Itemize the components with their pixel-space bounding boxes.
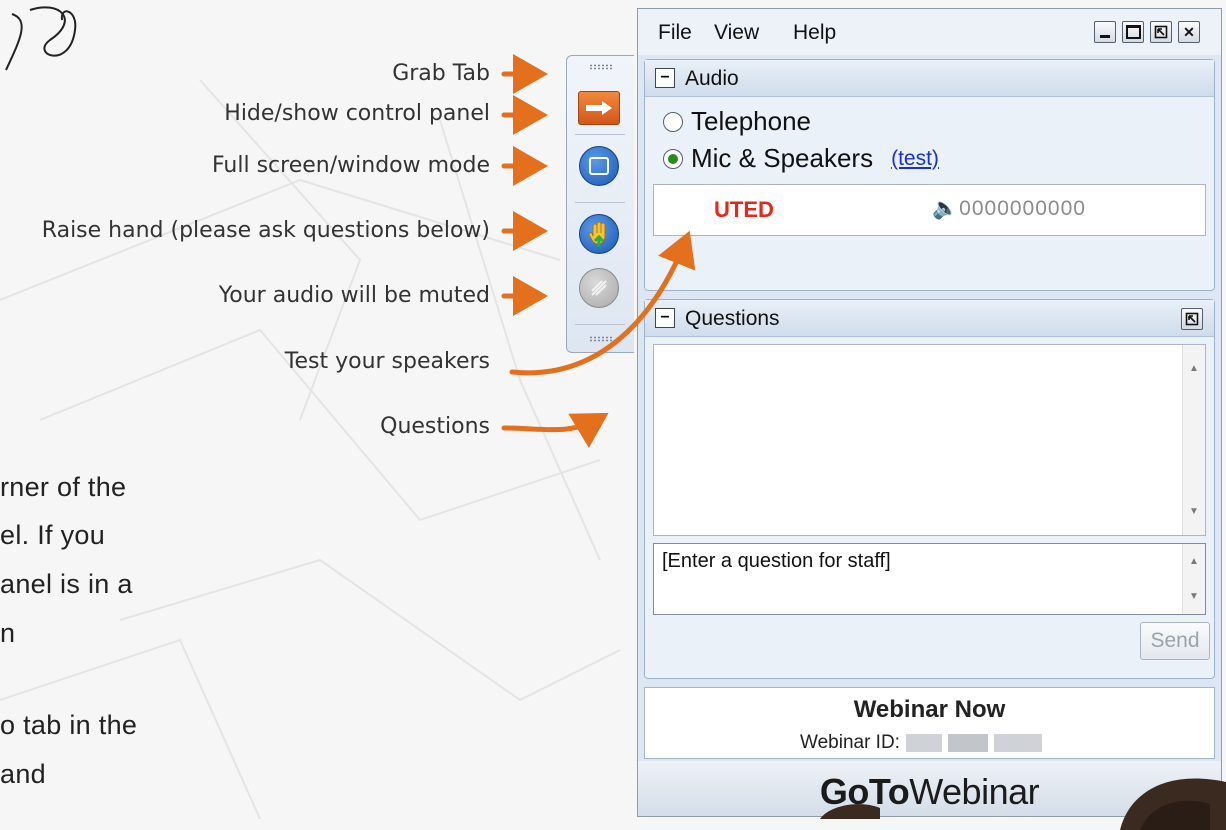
popout-icon[interactable] — [1181, 308, 1203, 330]
fullscreen-window-icon — [579, 146, 619, 186]
divider — [575, 134, 625, 135]
minimize-icon[interactable] — [1094, 21, 1116, 43]
collapse-questions-button[interactable]: − — [655, 308, 675, 328]
menu-help[interactable]: Help — [793, 21, 836, 45]
muted-status: UTED — [714, 197, 774, 222]
control-panel-window: File View Help ✕ − Audio Telephone Mic &… — [637, 8, 1222, 817]
hide-show-arrow-icon — [578, 91, 620, 125]
close-icon[interactable]: ✕ — [1178, 21, 1200, 43]
mute-audio-button[interactable] — [577, 266, 621, 310]
body-text-line: el. If you — [0, 520, 106, 550]
question-input-scrollbar[interactable]: ▲ ▼ — [1182, 544, 1205, 614]
audio-section-header: − Audio — [645, 60, 1214, 97]
collapse-audio-button[interactable]: − — [655, 68, 675, 88]
questions-section-header: − Questions — [645, 300, 1214, 337]
annotation-questions: Questions — [380, 414, 490, 439]
annotation-audio-muted: Your audio will be muted — [218, 283, 490, 308]
send-button[interactable]: Send — [1140, 622, 1210, 660]
full-screen-button[interactable] — [577, 144, 621, 188]
menu-view[interactable]: View — [714, 21, 759, 45]
body-text-line: n — [0, 618, 16, 648]
hide-show-panel-button[interactable] — [577, 86, 621, 130]
telephone-radio[interactable] — [663, 111, 683, 132]
mic-speakers-option[interactable]: Mic & Speakers (test) — [663, 143, 939, 174]
annotation-grab-tab: Grab Tab — [392, 61, 490, 86]
scroll-down-icon[interactable]: ▼ — [1189, 506, 1199, 517]
handwritten-script-mark — [5, 6, 77, 71]
scroll-up-icon[interactable]: ▲ — [1189, 363, 1199, 374]
webinar-id-label: Webinar ID: — [800, 732, 900, 753]
redacted-id — [947, 734, 988, 752]
redacted-id — [993, 734, 1042, 752]
divider — [575, 324, 625, 325]
volume-meter: 🔈0000000000 — [932, 197, 1086, 220]
mic-speakers-radio[interactable] — [663, 148, 683, 169]
annotation-test-speakers: Test your speakers — [284, 349, 490, 374]
audio-section: − Audio Telephone Mic & Speakers (test) … — [644, 59, 1215, 291]
questions-log-scrollbar[interactable]: ▲ ▼ — [1182, 345, 1205, 535]
annotation-full-screen: Full screen/window mode — [211, 153, 490, 178]
presenter-photo-fragment — [1120, 778, 1226, 830]
scroll-up-icon[interactable]: ▲ — [1189, 556, 1199, 567]
mic-speakers-label: Mic & Speakers — [691, 143, 874, 173]
questions-section-title: Questions — [685, 307, 780, 330]
question-input-text: [Enter a question for staff] — [662, 550, 891, 572]
restore-icon[interactable] — [1150, 21, 1172, 43]
divider — [575, 202, 625, 203]
annotation-raise-hand: Raise hand (please ask questions below) — [41, 218, 490, 243]
webinar-id: Webinar ID: — [800, 732, 1042, 754]
question-input[interactable]: [Enter a question for staff] ▲ ▼ — [653, 543, 1206, 615]
audio-status-box: UTED 🔈0000000000 — [653, 184, 1206, 236]
grab-tab-grip[interactable] — [589, 64, 613, 70]
speaker-icon: 🔈 — [932, 197, 960, 220]
questions-log[interactable]: ▲ ▼ — [653, 344, 1206, 536]
raise-hand-button[interactable] — [577, 212, 621, 256]
telephone-option[interactable]: Telephone — [663, 106, 811, 137]
mute-microphone-icon — [579, 268, 619, 308]
body-text-line: anel is in a — [0, 569, 133, 599]
annotation-hide-show-panel: Hide/show control panel — [224, 101, 490, 126]
maximize-icon[interactable] — [1122, 21, 1144, 43]
photo-fragment — [820, 804, 880, 819]
webinar-info: Webinar Now Webinar ID: — [644, 687, 1215, 759]
questions-section: − Questions ▲ ▼ [Enter a question for st… — [644, 299, 1215, 679]
audio-section-title: Audio — [685, 67, 739, 90]
bottom-grip[interactable] — [589, 336, 613, 342]
test-speakers-link[interactable]: (test) — [891, 147, 939, 171]
menu-file[interactable]: File — [658, 21, 692, 45]
redacted-id — [905, 734, 942, 752]
menu-bar: File View Help ✕ — [638, 9, 1221, 55]
body-text-line: o tab in the — [0, 710, 138, 740]
webinar-title: Webinar Now — [853, 696, 1006, 723]
raise-hand-icon — [579, 214, 619, 254]
scroll-down-icon[interactable]: ▼ — [1189, 591, 1199, 602]
telephone-label: Telephone — [691, 106, 811, 136]
control-tab-strip[interactable] — [566, 55, 634, 353]
body-text-line: and — [0, 759, 46, 789]
body-text-line: rner of the — [0, 472, 127, 502]
